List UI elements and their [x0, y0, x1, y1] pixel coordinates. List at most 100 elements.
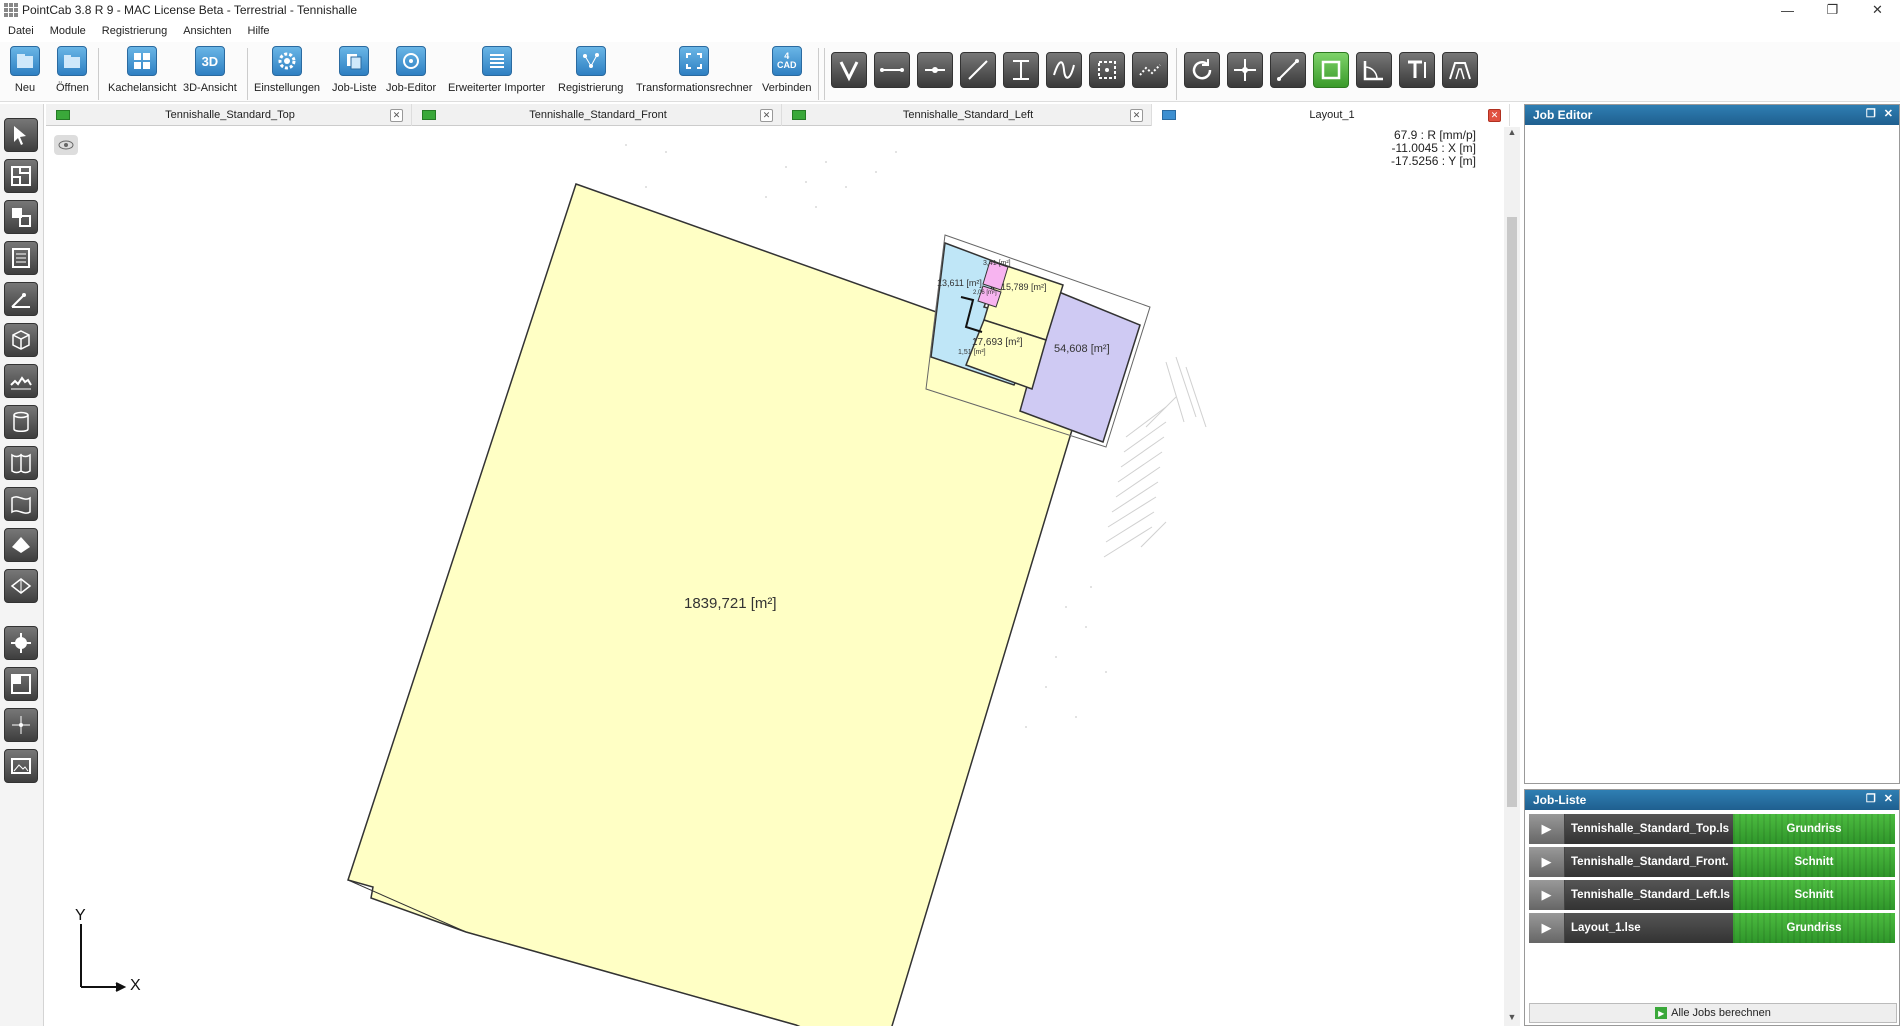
area-label-small2: 2,06 [m²]	[973, 290, 997, 296]
job-row[interactable]: ▶ Layout_1.lse Grundriss	[1529, 913, 1895, 943]
vector-tool-button[interactable]	[831, 52, 867, 88]
play-icon[interactable]: ▶	[1529, 814, 1565, 844]
3d-view-button[interactable]: 3D 3D-Ansicht	[183, 46, 237, 94]
text-tool-button[interactable]	[1399, 52, 1435, 88]
drawing-canvas[interactable]: 67.9 : R [mm/p] -11.0045 : X [m] -17.525…	[46, 127, 1506, 1026]
target-icon	[11, 633, 31, 653]
target-tool-button[interactable]	[4, 626, 38, 660]
new-button[interactable]: Neu	[10, 46, 40, 94]
connect-cad-button[interactable]: 4 CAD Verbinden	[762, 46, 812, 94]
tab-standard-front[interactable]: Tennishalle_Standard_Front ✕	[412, 104, 782, 126]
job-editor-icon	[396, 46, 427, 76]
mesh-tool-button[interactable]	[4, 528, 38, 562]
pointpick-tool-button[interactable]	[4, 708, 38, 742]
tab-close-icon[interactable]: ✕	[1130, 108, 1143, 122]
job-type: Schnitt	[1733, 880, 1895, 910]
area-label-17: 17,693 [m²]	[972, 337, 1023, 348]
menu-registrierung[interactable]: Registrierung	[94, 25, 175, 37]
menu-ansichten[interactable]: Ansichten	[175, 25, 239, 37]
report-tool-button[interactable]	[4, 241, 38, 275]
polyline-tool-button[interactable]	[1132, 52, 1168, 88]
connect-label: Verbinden	[762, 82, 812, 94]
cylinder-tool-button[interactable]	[4, 405, 38, 439]
layer-icon	[422, 110, 436, 120]
tab-close-icon[interactable]: ✕	[390, 108, 403, 122]
curve-tool-button[interactable]	[1046, 52, 1082, 88]
section-tool-button[interactable]	[4, 569, 38, 603]
settings-label: Einstellungen	[254, 82, 321, 94]
tile-view-button[interactable]: Kachelansicht	[108, 46, 177, 94]
diagonal-tool-button[interactable]	[960, 52, 996, 88]
visibility-toggle[interactable]	[54, 135, 78, 155]
tab-close-icon[interactable]: ✕	[760, 108, 773, 122]
section-icon	[10, 578, 32, 594]
float-panel-icon[interactable]: ❐	[1866, 107, 1876, 120]
axis-tool-button[interactable]	[4, 282, 38, 316]
box-tool-button[interactable]	[1089, 52, 1125, 88]
area-label-15: 15,789 [m²]	[1001, 282, 1047, 292]
image-icon	[11, 758, 31, 774]
image-tool-button[interactable]	[4, 749, 38, 783]
tab-layout-1[interactable]: Layout_1 ✕	[1152, 104, 1510, 126]
minimize-button[interactable]: —	[1765, 0, 1810, 20]
cube-tool-button[interactable]	[4, 323, 38, 357]
scroll-thumb[interactable]	[1507, 217, 1517, 807]
play-icon[interactable]: ▶	[1529, 880, 1565, 910]
layout-tool-button[interactable]	[4, 200, 38, 234]
advanced-importer-button[interactable]: Erweiterter Importer	[448, 46, 545, 94]
job-row[interactable]: ▶ Tennishalle_Standard_Top.ls Grundriss	[1529, 814, 1895, 844]
bracket-icon	[1013, 60, 1029, 80]
measure-tool-button[interactable]	[1270, 52, 1306, 88]
scroll-up-icon[interactable]: ▲	[1504, 127, 1520, 141]
rotate-tool-button[interactable]	[1184, 52, 1220, 88]
tiles-icon	[127, 46, 158, 76]
axis-indicator	[80, 924, 127, 992]
crosshair-tool-button[interactable]	[1227, 52, 1263, 88]
close-panel-icon[interactable]: ✕	[1884, 107, 1893, 120]
job-list-button[interactable]: Job-Liste	[332, 46, 377, 94]
terrain-tool-button[interactable]	[4, 364, 38, 398]
unwrap-tool-button[interactable]	[4, 446, 38, 480]
menu-datei[interactable]: Datei	[0, 25, 42, 37]
select-tool-button[interactable]	[4, 118, 38, 152]
close-window-button[interactable]: ✕	[1855, 0, 1900, 20]
bracket-tool-button[interactable]	[1003, 52, 1039, 88]
plan-drawing	[80, 144, 1207, 1026]
tab-standard-top[interactable]: Tennishalle_Standard_Top ✕	[46, 104, 412, 126]
transformation-button[interactable]: Transformationsrechner	[636, 46, 752, 94]
grid-tool-button[interactable]	[4, 667, 38, 701]
tab-close-icon[interactable]: ✕	[1488, 108, 1501, 122]
job-editor-button[interactable]: Job-Editor	[386, 46, 436, 94]
line-tool-button[interactable]	[874, 52, 910, 88]
job-row[interactable]: ▶ Tennishalle_Standard_Left.ls Schnitt	[1529, 880, 1895, 910]
play-icon[interactable]: ▶	[1529, 913, 1565, 943]
play-icon[interactable]: ▶	[1529, 847, 1565, 877]
job-row[interactable]: ▶ Tennishalle_Standard_Front. Schnitt	[1529, 847, 1895, 877]
float-panel-icon[interactable]: ❐	[1866, 792, 1876, 805]
run-all-jobs-button[interactable]: ▶ Alle Jobs berechnen	[1529, 1003, 1897, 1023]
area-tool-button[interactable]	[1313, 52, 1349, 88]
close-panel-icon[interactable]: ✕	[1884, 792, 1893, 805]
menu-module[interactable]: Module	[42, 25, 94, 37]
settings-button[interactable]: Einstellungen	[254, 46, 320, 94]
job-list-icon	[339, 46, 370, 76]
scroll-down-icon[interactable]: ▼	[1504, 1012, 1520, 1026]
angle-tool-button[interactable]	[1356, 52, 1392, 88]
area-label-54: 54,608 [m²]	[1054, 343, 1110, 355]
restore-button[interactable]: ❐	[1810, 0, 1855, 20]
grid-icon	[11, 674, 31, 694]
job-type: Grundriss	[1733, 913, 1895, 943]
registration-button[interactable]: Registrierung	[558, 46, 623, 94]
importer-icon	[481, 46, 512, 76]
gear-icon	[272, 46, 303, 76]
menu-hilfe[interactable]: Hilfe	[240, 25, 278, 37]
open-label: Öffnen	[56, 82, 89, 94]
surface-tool-button[interactable]	[4, 487, 38, 521]
floorplan-tool-button[interactable]	[4, 159, 38, 193]
area-label-main: 1839,721 [m²]	[684, 595, 777, 612]
tab-standard-left[interactable]: Tennishalle_Standard_Left ✕	[782, 104, 1152, 126]
canvas-scrollbar[interactable]: ▲ ▼	[1504, 127, 1520, 1026]
point-line-tool-button[interactable]	[917, 52, 953, 88]
profile-tool-button[interactable]	[1442, 52, 1478, 88]
open-button[interactable]: Öffnen	[56, 46, 89, 94]
